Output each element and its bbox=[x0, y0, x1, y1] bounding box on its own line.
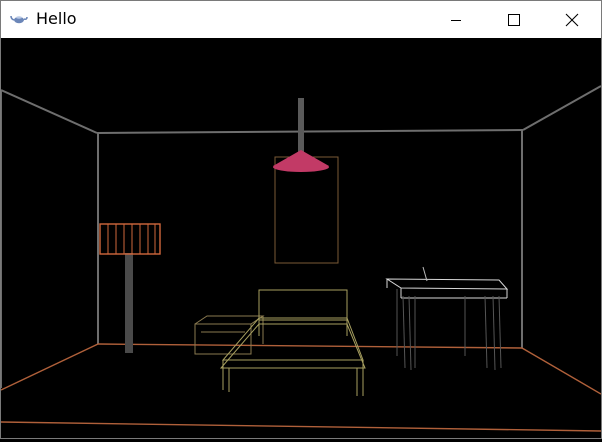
teapot-icon bbox=[10, 11, 28, 27]
bed bbox=[219, 289, 366, 396]
floor-edges bbox=[0, 343, 602, 432]
close-icon bbox=[565, 13, 579, 27]
minimize-button[interactable] bbox=[427, 1, 485, 38]
scene-canvas bbox=[0, 85, 602, 432]
desk bbox=[385, 266, 509, 299]
maximize-icon bbox=[508, 13, 520, 26]
app-window: Hello bbox=[0, 0, 602, 439]
ceiling-lamp bbox=[273, 98, 329, 172]
render-viewport[interactable] bbox=[0, 38, 602, 438]
nightstand bbox=[194, 315, 265, 355]
window-title: Hello bbox=[36, 9, 77, 28]
maximize-button[interactable] bbox=[485, 1, 543, 38]
minimize-icon bbox=[450, 14, 462, 26]
close-button[interactable] bbox=[543, 1, 601, 38]
desk-legs bbox=[396, 289, 502, 371]
title-bar[interactable]: Hello bbox=[1, 1, 601, 38]
floor-lamp bbox=[99, 223, 161, 353]
picture-frame bbox=[274, 156, 339, 264]
